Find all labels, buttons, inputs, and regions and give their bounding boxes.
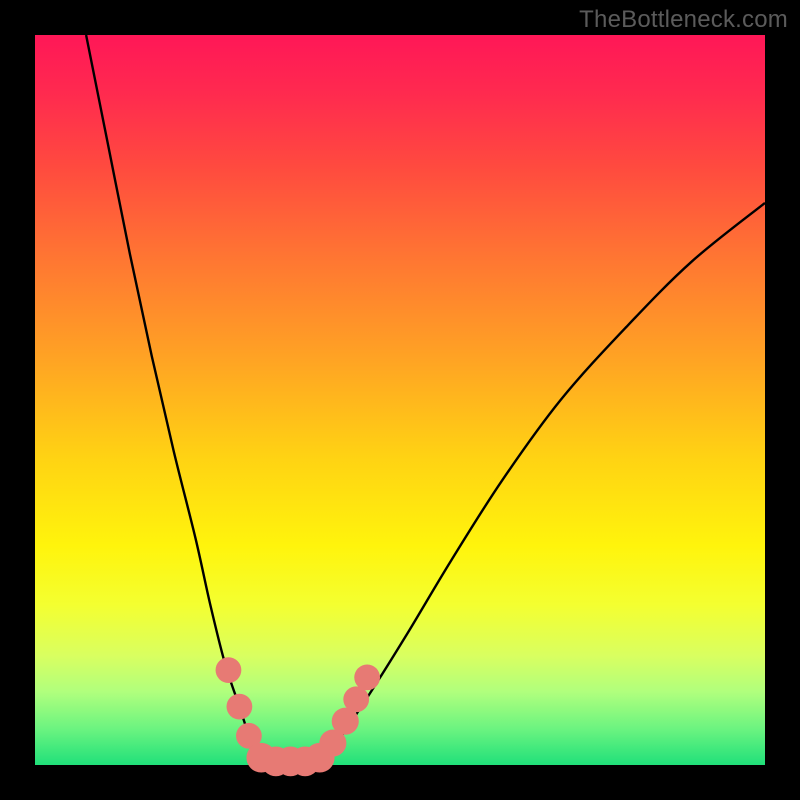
marker-dot bbox=[343, 686, 369, 712]
highlight-markers bbox=[216, 657, 380, 776]
curve-right-branch bbox=[320, 203, 765, 765]
marker-dot bbox=[227, 694, 253, 720]
plot-area bbox=[35, 35, 765, 765]
curve-left-branch bbox=[86, 35, 261, 765]
chart-stage: TheBottleneck.com bbox=[0, 0, 800, 800]
curve-layer bbox=[35, 35, 765, 765]
marker-dot bbox=[216, 657, 242, 683]
watermark-text: TheBottleneck.com bbox=[579, 6, 788, 34]
marker-dot bbox=[354, 665, 380, 691]
